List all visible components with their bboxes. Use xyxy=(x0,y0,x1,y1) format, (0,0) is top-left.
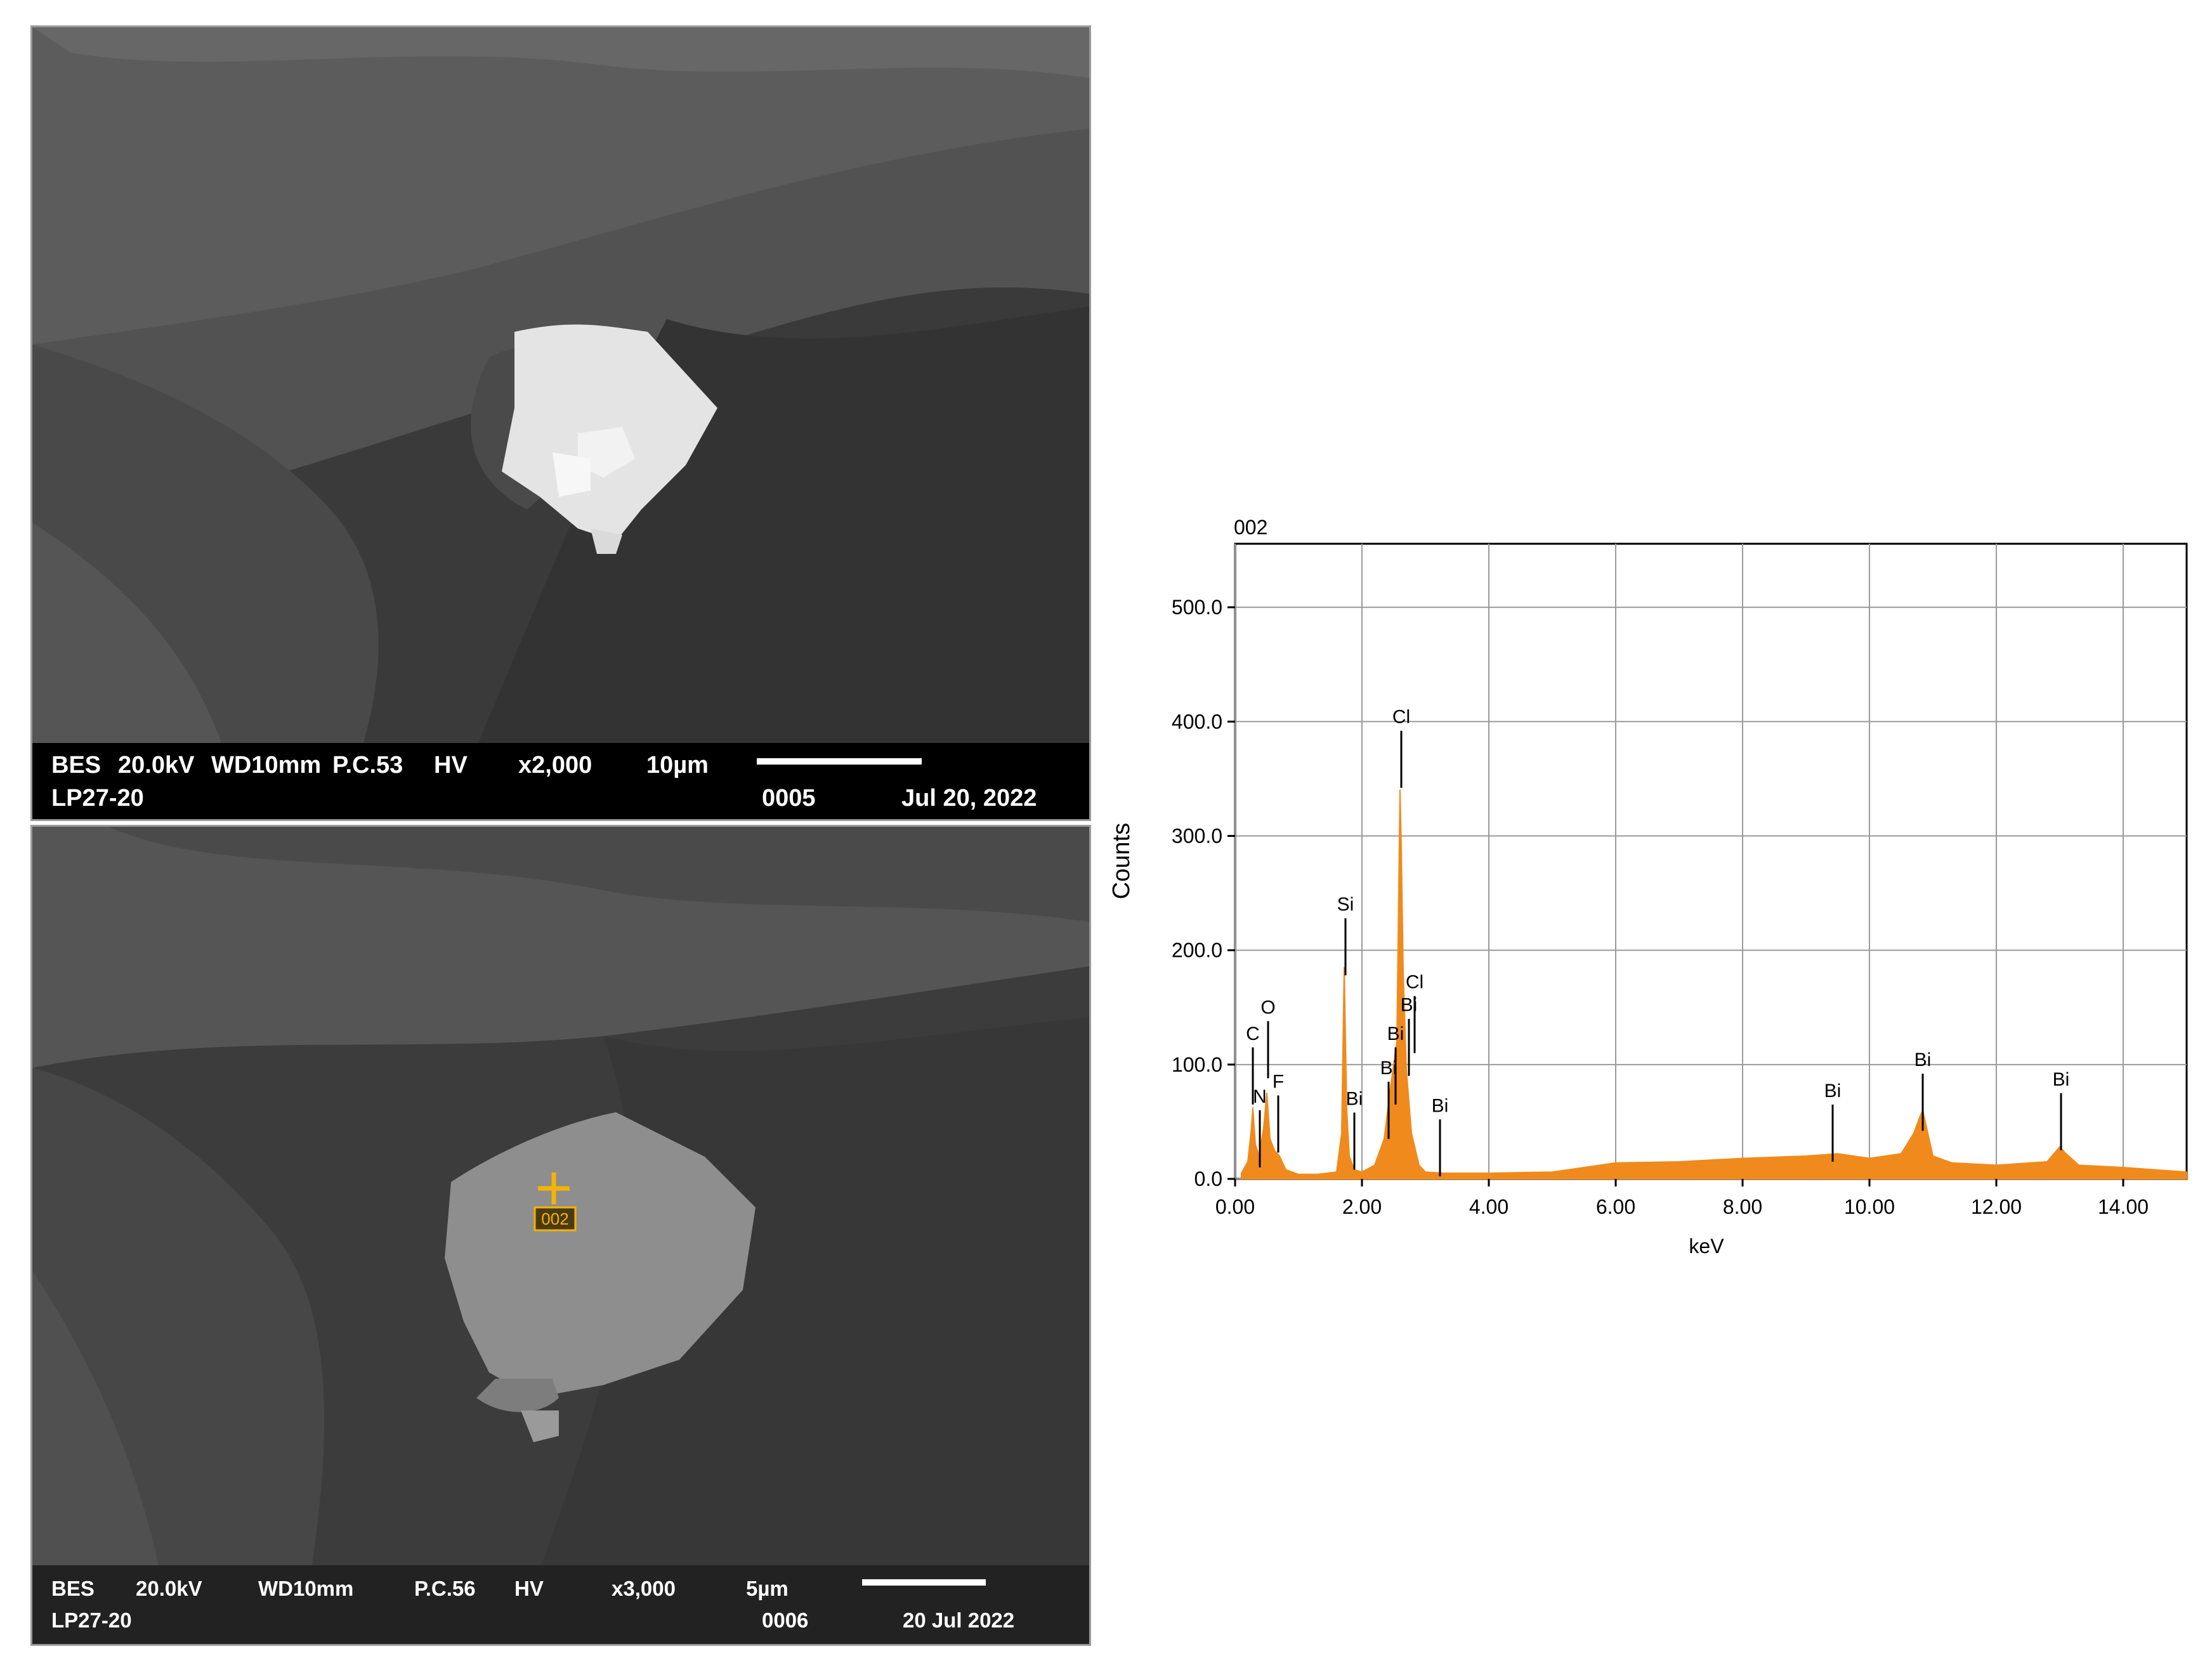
image-number: 0006 xyxy=(762,1608,809,1632)
sem-info-bar-top: BES 20.0kV WD10mm P.C.53 HV x2,000 10µm … xyxy=(32,743,1089,819)
acquisition-date: Jul 20, 2022 xyxy=(901,785,1037,812)
sem-image-top: BES 20.0kV WD10mm P.C.53 HV x2,000 10µm … xyxy=(30,25,1091,821)
peak-label: Bi xyxy=(1346,1088,1363,1109)
x-tick-label: 12.00 xyxy=(1971,1195,2022,1218)
peak-label: Bi xyxy=(2053,1069,2070,1090)
probe-current: P.C.53 xyxy=(332,752,403,779)
x-tick-label: 4.00 xyxy=(1469,1195,1508,1218)
analysis-point-label: 002 xyxy=(541,1209,568,1228)
peak-label: F xyxy=(1273,1071,1284,1092)
detector-label: BES xyxy=(51,1577,95,1600)
y-tick-label: 400.0 xyxy=(1172,710,1222,733)
chart-grid xyxy=(1234,542,2188,1180)
scale-bar-label: 5µm xyxy=(746,1577,789,1600)
peak-label: Bi xyxy=(1432,1095,1449,1116)
x-axis-label: keV xyxy=(1689,1235,1724,1258)
image-number: 0005 xyxy=(762,785,816,812)
scale-bar-label: 10µm xyxy=(646,752,709,779)
sem-image-bottom: 002 BES 20.0kV WD10mm P.C.56 HV x3,000 5… xyxy=(30,825,1091,1646)
y-tick-label: 300.0 xyxy=(1172,824,1222,847)
sample-id: LP27-20 xyxy=(51,1608,132,1632)
x-tick-label: 10.00 xyxy=(1844,1195,1895,1218)
y-tick-label: 100.0 xyxy=(1172,1053,1222,1076)
peak-label: O xyxy=(1260,997,1275,1018)
peak-label: Bi xyxy=(1914,1049,1932,1070)
x-tick-label: 0.00 xyxy=(1215,1195,1255,1218)
vacuum-mode: HV xyxy=(434,752,468,779)
accelerating-voltage: 20.0kV xyxy=(136,1577,202,1600)
acquisition-date: 20 Jul 2022 xyxy=(903,1608,1015,1632)
x-tick-label: 6.00 xyxy=(1596,1195,1635,1218)
y-tick-label: 500.0 xyxy=(1172,596,1222,619)
chart-title: 002 xyxy=(1234,516,1267,539)
sem-micrograph-top xyxy=(32,27,1089,747)
x-tick-label: 8.00 xyxy=(1723,1195,1762,1218)
magnification: x2,000 xyxy=(518,752,592,779)
peak-label: Bi xyxy=(1824,1081,1842,1101)
peak-label: C xyxy=(1246,1023,1260,1044)
working-distance: WD10mm xyxy=(211,752,322,779)
accelerating-voltage: 20.0kV xyxy=(118,752,195,779)
working-distance: WD10mm xyxy=(258,1577,354,1600)
probe-current: P.C.56 xyxy=(414,1577,476,1600)
x-tick-label: 2.00 xyxy=(1342,1195,1382,1218)
peak-label: Cl xyxy=(1392,707,1410,728)
sem-micrograph-bottom: 002 xyxy=(32,827,1089,1569)
scale-bar xyxy=(757,758,922,765)
sample-id: LP27-20 xyxy=(51,785,144,812)
y-tick-label: 200.0 xyxy=(1172,939,1222,962)
sem-info-bar-bottom: BES 20.0kV WD10mm P.C.56 HV x3,000 5µm L… xyxy=(32,1565,1089,1644)
magnification: x3,000 xyxy=(612,1577,676,1600)
x-tick-label: 14.00 xyxy=(2098,1195,2149,1218)
peak-label: Bi xyxy=(1380,1058,1397,1079)
peak-label: Bi xyxy=(1387,1023,1404,1044)
scale-bar xyxy=(862,1579,986,1586)
y-axis-label: Counts xyxy=(1108,823,1135,899)
peak-label: N xyxy=(1253,1086,1267,1107)
y-tick-label: 0.0 xyxy=(1194,1167,1222,1190)
vacuum-mode: HV xyxy=(514,1577,544,1600)
peak-label: Si xyxy=(1337,894,1354,915)
detector-label: BES xyxy=(51,752,101,779)
peak-label: Cl xyxy=(1406,972,1423,993)
plot-frame xyxy=(1234,542,2188,1180)
eds-spectrum-chart: CNOFSiBiBiBiClBiClBiBiBiBi 0.00 2.00 4.00 6… xyxy=(1108,516,2188,1258)
